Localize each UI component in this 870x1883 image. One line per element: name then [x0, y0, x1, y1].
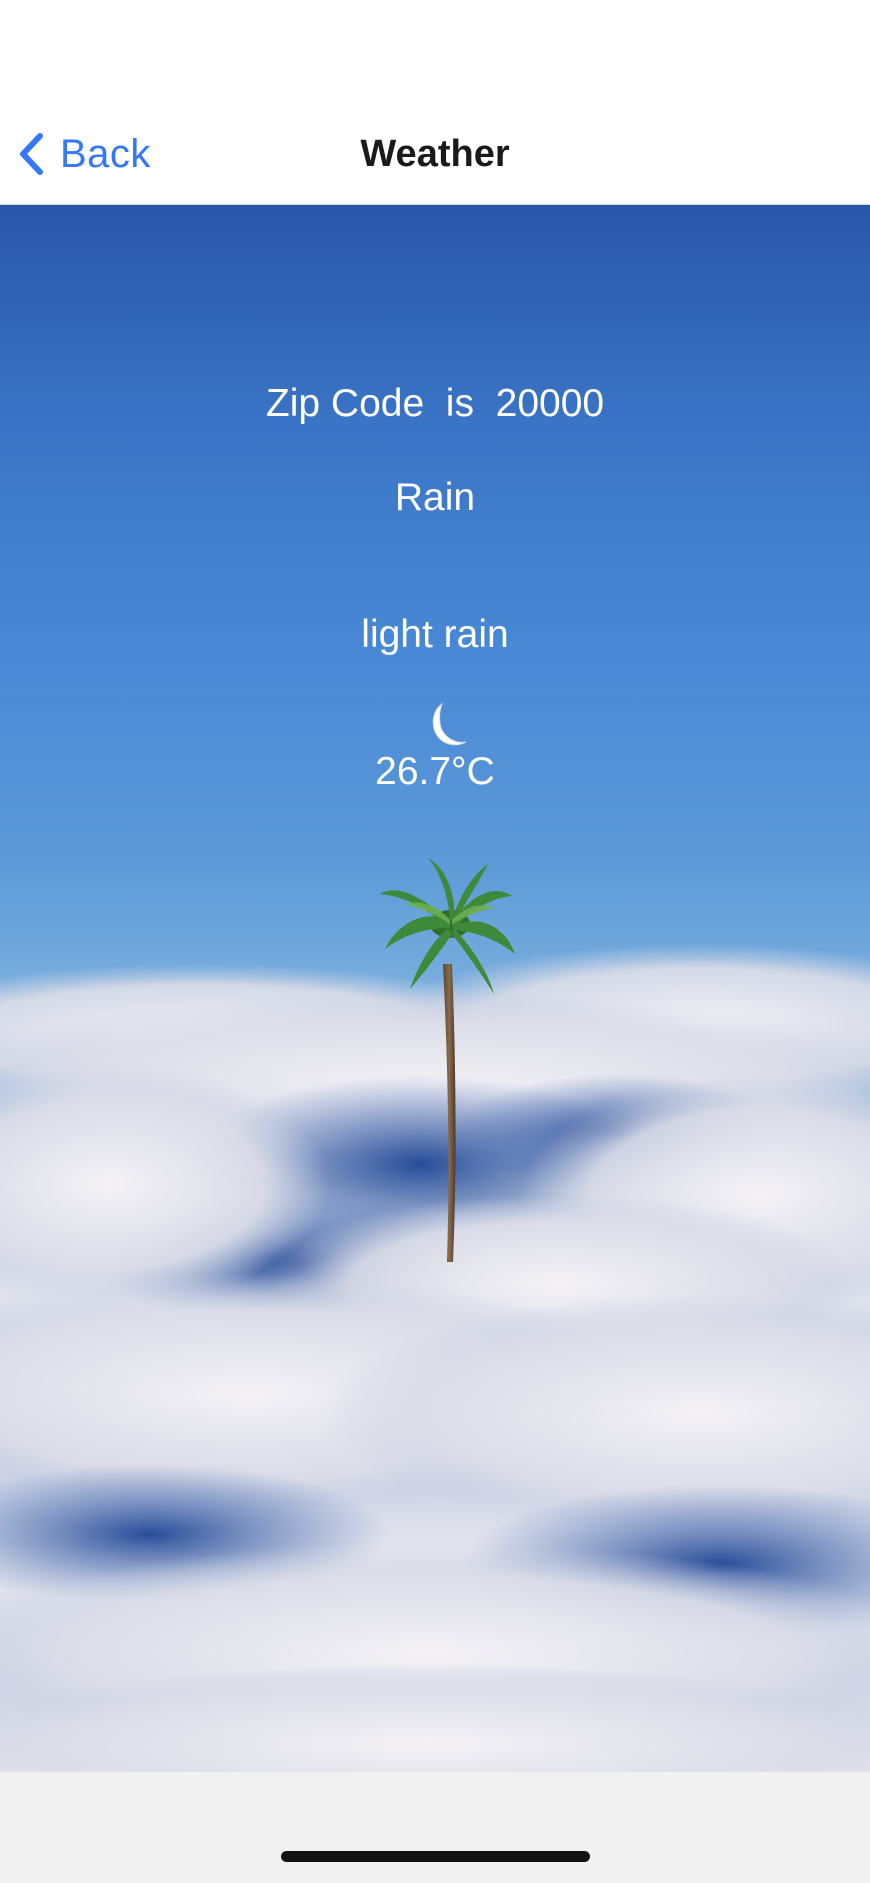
temperature-label: 26.7°C	[375, 750, 495, 793]
bottom-safe-area	[0, 1772, 870, 1883]
weather-main-label: Rain	[394, 476, 476, 519]
weather-description-label: light rain	[361, 613, 509, 656]
home-indicator[interactable]	[281, 1851, 590, 1862]
weather-screen: Back Weather Zip Code is 20000 Rain ligh…	[0, 0, 870, 1883]
background-image	[0, 204, 870, 1772]
crescent-moon-icon	[432, 702, 467, 746]
zip-code-label: Zip Code is 20000	[265, 382, 605, 425]
page-title: Weather	[360, 133, 510, 175]
navigation-bar: Back Weather	[0, 0, 870, 205]
